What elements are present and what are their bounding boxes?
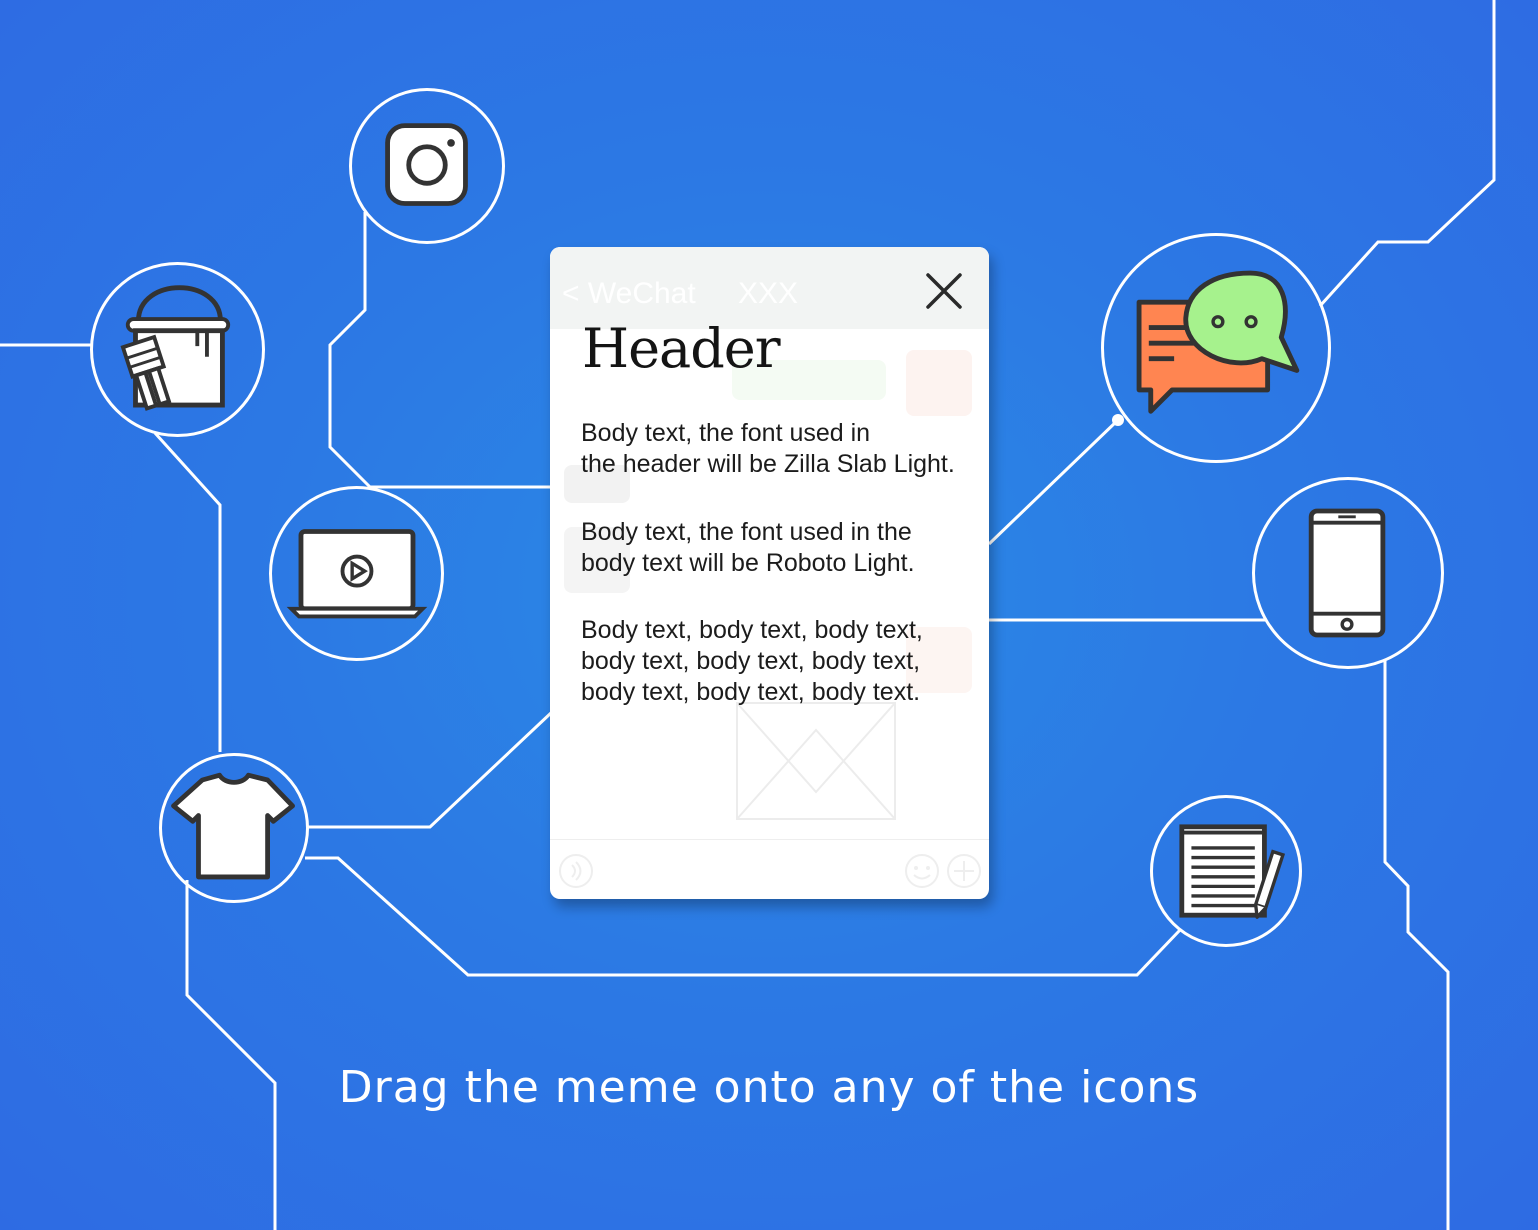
laptop-video-button[interactable] [269,486,444,661]
body-line: Body text, the font used in the [581,518,912,546]
body-paragraph-2: Body text, the font used in the body tex… [581,517,981,579]
emoji-icon [905,854,939,888]
tshirt-button[interactable] [159,753,309,903]
smartphone-icon [1308,508,1386,638]
laptop-video-icon [286,529,428,619]
chat-title: XXX [738,277,799,310]
close-icon [926,273,962,309]
chat-bubbles-icon [1136,270,1300,414]
paint-bucket-button[interactable] [90,262,265,437]
ghost-avatar [906,350,972,416]
ghost-image-placeholder [736,702,896,820]
body-paragraph-1: Body text, the font used in the header w… [581,418,981,480]
smartphone-button[interactable] [1252,477,1444,669]
body-line: body text will be Roboto Light. [581,549,915,577]
voice-icon [559,854,593,888]
instruction-caption: Drag the meme onto any of the icons [338,1062,1200,1113]
meme-card[interactable]: < WeChat XXX Header Body text, the font … [550,247,989,899]
notepad-icon [1179,824,1286,919]
body-line: the header will be Zilla Slab Light. [581,450,955,478]
ghost-input-bar [550,839,989,840]
add-icon [947,854,981,888]
close-button[interactable] [922,269,966,313]
chat-back-link[interactable]: < WeChat [562,277,696,311]
body-paragraph-3: Body text, body text, body text, body te… [581,615,981,708]
instagram-icon [385,123,468,206]
tshirt-icon [171,772,295,880]
body-line: body text, body text, body text, [581,647,921,675]
meme-header: Header [582,317,781,380]
body-line: Body text, body text, body text, [581,616,923,644]
instagram-button[interactable] [349,88,505,244]
chat-bubbles-button[interactable] [1101,233,1331,463]
paint-bucket-icon [120,285,231,411]
body-line: body text, body text, body text. [581,678,921,706]
notepad-button[interactable] [1150,795,1302,947]
body-line: Body text, the font used in [581,419,871,447]
